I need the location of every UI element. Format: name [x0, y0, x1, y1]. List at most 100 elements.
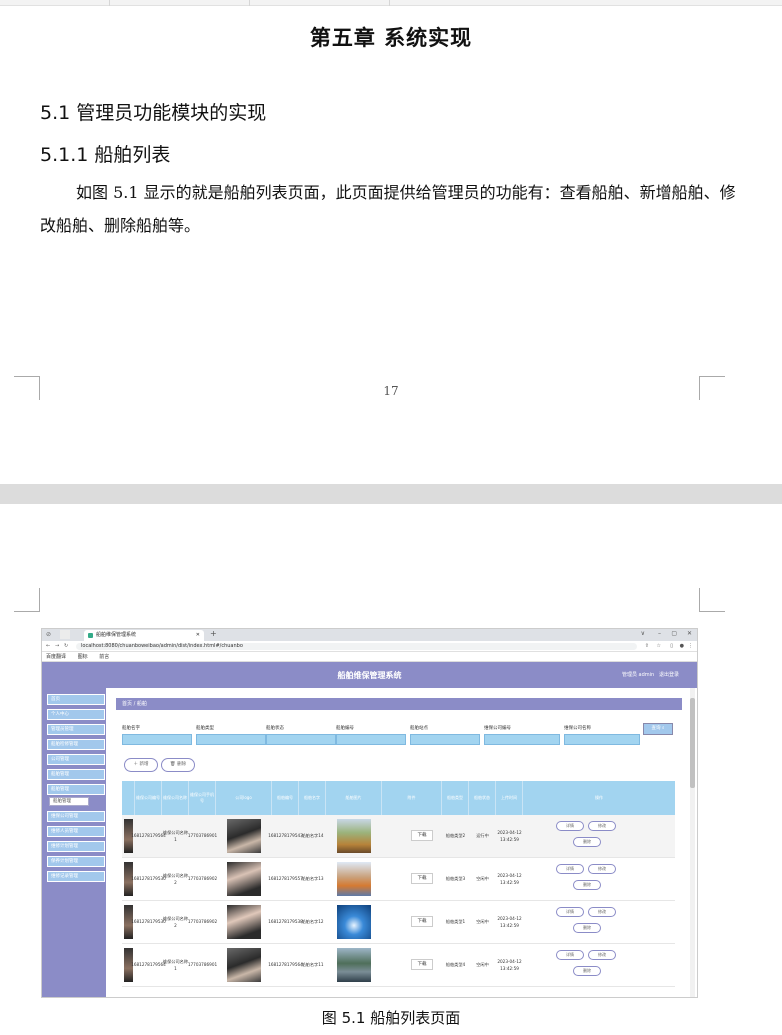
filter-input-company-name[interactable]	[564, 734, 640, 745]
delete-button[interactable]: 删除	[573, 923, 601, 933]
page-scrollbar[interactable]	[690, 688, 695, 997]
edit-button[interactable]: 修改	[588, 950, 616, 960]
back-icon[interactable]: ←	[46, 641, 50, 652]
sidebar-item-home[interactable]: 首页	[47, 694, 105, 705]
delete-button[interactable]: 删除	[573, 966, 601, 976]
close-tab-icon[interactable]: ✕	[196, 630, 200, 641]
filter-label: 船舶编号	[336, 726, 354, 731]
sidebar-item-ships-open[interactable]: 船舶管理	[47, 784, 105, 795]
figure-screenshot: ⊘ 船舶维保管理系统 ✕ + ∨ – ▢ ✕ ← → ↻ localhost:8…	[41, 628, 698, 998]
filter-input-ship-status[interactable]	[266, 734, 336, 745]
sidebar-item-repair-records[interactable]: 维修记录管理	[47, 871, 105, 882]
filter-input-ship-name[interactable]	[122, 734, 192, 745]
detail-button[interactable]: 详情	[556, 907, 584, 917]
ship-photo	[337, 862, 371, 896]
sidebar-item-repair-plan[interactable]: 维修计划管理	[47, 841, 105, 852]
cell-ship-name: 船舶名字11	[301, 962, 324, 968]
bookmark-item[interactable]: 百度翻译	[46, 654, 66, 660]
delete-button[interactable]: 删除	[573, 880, 601, 890]
detail-button[interactable]: 详情	[556, 864, 584, 874]
column-header: 船舶图片	[326, 781, 382, 815]
batch-delete-button[interactable]: 🗑 删除	[161, 758, 195, 772]
cell-ship-no: 1681278179557	[268, 876, 303, 882]
page-corner-mark	[14, 588, 40, 612]
add-button[interactable]: ＋ 新增	[124, 758, 158, 772]
document-page-17: 第五章 系统实现 5.1 管理员功能模块的实现 5.1.1 船舶列表 如图 5.…	[0, 6, 782, 484]
edit-button[interactable]: 修改	[588, 864, 616, 874]
filter-label: 维保公司编号	[484, 726, 511, 731]
column-header: 船舶编号	[272, 781, 299, 815]
forward-icon[interactable]: →	[55, 641, 59, 652]
scrollbar-thumb[interactable]	[690, 698, 695, 788]
filter-input-company-no[interactable]	[484, 734, 560, 745]
sidebar-item-ship-repair[interactable]: 船舶检修管理	[47, 739, 105, 750]
download-button[interactable]: 下载	[411, 830, 433, 841]
filter-input-ship-type[interactable]	[196, 734, 266, 745]
share-icon[interactable]: ⇪	[645, 641, 649, 652]
column-header-select	[122, 781, 135, 815]
logout-link[interactable]: 退出登录	[659, 672, 679, 678]
address-bar[interactable]: localhost:8080/chuanboweibao/admin/dist/…	[76, 643, 637, 650]
column-header: 操作	[595, 795, 603, 800]
bookmark-item[interactable]: 图标	[78, 654, 88, 660]
column-header: 维保公司手机号	[189, 781, 216, 815]
filter-input-ship-site[interactable]	[410, 734, 480, 745]
browser-tab[interactable]: 船舶维保管理系统 ✕	[84, 630, 204, 641]
sidebar-item-admins[interactable]: 管理员管理	[47, 724, 105, 735]
detail-button[interactable]: 详情	[556, 821, 584, 831]
tab-list-icon[interactable]: ∨	[641, 630, 645, 637]
column-header: 船舶名字	[299, 781, 326, 815]
new-tab-button[interactable]: +	[210, 629, 217, 638]
cell-status: 空闲中	[476, 919, 489, 925]
detail-button[interactable]: 详情	[556, 950, 584, 960]
edit-button[interactable]: 修改	[588, 907, 616, 917]
download-button[interactable]: 下载	[411, 959, 433, 970]
filter-input-ship-no[interactable]	[336, 734, 406, 745]
column-header: 公司logo	[216, 781, 272, 815]
sidepanel-icon[interactable]: ▯	[670, 641, 673, 652]
company-logo	[227, 862, 261, 896]
table-row[interactable]: 1681278179530 维保公司名称2 17703786902 168127…	[122, 858, 675, 901]
reload-icon[interactable]: ↻	[64, 641, 68, 652]
cell-time: 2023-04-12 13:42:59	[497, 830, 522, 842]
sidebar-item-ships[interactable]: 船舶管理	[47, 769, 105, 780]
cell-company-no: 1681278179564	[131, 962, 166, 968]
download-button[interactable]: 下载	[411, 916, 433, 927]
search-button[interactable]: 查询 ⌕	[643, 723, 673, 735]
sidebar-item-profile[interactable]: 个人中心	[47, 709, 105, 720]
sidebar: 首页 个人中心 管理员管理 船舶检修管理 公司管理 船舶管理 船舶管理 船舶管理…	[42, 688, 106, 997]
table-row[interactable]: 1681278179564 维保公司名称1 17703786901 168127…	[122, 944, 675, 987]
browser-menu-icon[interactable]: ⊘	[46, 631, 51, 638]
cell-type: 船舶类型3	[445, 876, 466, 882]
table-row[interactable]: 1681278179564 维保公司名称1 17703786901 168127…	[122, 815, 675, 858]
sidebar-item-staff[interactable]: 维修人员管理	[47, 826, 105, 837]
maximize-icon[interactable]: ▢	[671, 630, 677, 637]
trash-icon: 🗑	[169, 762, 176, 767]
filter-label: 船舶名字	[122, 726, 140, 731]
sidebar-item-maint-company[interactable]: 维保公司管理	[47, 811, 105, 822]
table-row[interactable]: 1681278179530 维保公司名称2 17703786902 168127…	[122, 901, 675, 944]
cell-ship-name: 船舶名字13	[301, 876, 324, 882]
app-header: 船舶维保管理系统 管理员 admin 退出登录	[42, 662, 697, 688]
sidebar-subitem-ships[interactable]: 船舶管理	[49, 797, 89, 806]
sidebar-item-company[interactable]: 公司管理	[47, 754, 105, 765]
minimize-icon[interactable]: –	[658, 630, 661, 637]
favicon-icon	[88, 633, 93, 638]
cell-ship-no: 1681278179538	[268, 919, 303, 925]
bookmark-item[interactable]: 前言	[99, 654, 109, 660]
delete-button[interactable]: 删除	[573, 837, 601, 847]
filter-label: 船舶状态	[266, 726, 284, 731]
edit-button[interactable]: 修改	[588, 821, 616, 831]
star-icon[interactable]: ☆	[657, 641, 661, 652]
profile-icon[interactable]: ●	[680, 641, 684, 652]
kebab-menu-icon[interactable]: ⋮	[688, 641, 693, 652]
cell-phone: 17703786901	[187, 962, 218, 968]
pinned-tab[interactable]	[60, 630, 70, 639]
download-button[interactable]: 下载	[411, 873, 433, 884]
column-header: 维保公司名称	[162, 781, 189, 815]
sidebar-item-maint-plan[interactable]: 保养计划管理	[47, 856, 105, 867]
close-window-icon[interactable]: ✕	[687, 630, 692, 637]
cell-status: 运行中	[476, 833, 489, 839]
user-name: 管理员 admin	[621, 672, 655, 678]
ship-photo	[337, 948, 371, 982]
